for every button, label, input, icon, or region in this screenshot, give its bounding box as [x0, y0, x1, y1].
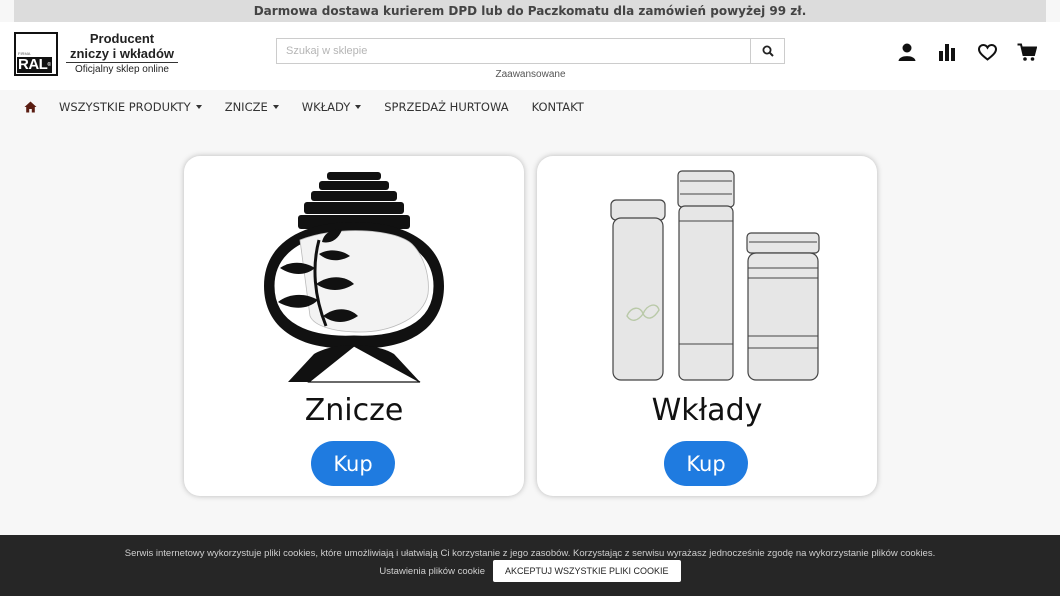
buy-button-znicze[interactable]: Kup — [311, 441, 395, 486]
cookie-actions: Ustawienia plików cookie AKCEPTUJ WSZYST… — [0, 560, 1060, 582]
chevron-down-icon — [195, 105, 202, 109]
cookie-message: Serwis internetowy wykorzystuje pliki co… — [124, 548, 936, 559]
logo-line-2: zniczy i wkładów — [66, 46, 178, 63]
nav-znicze-label: ZNICZE — [224, 100, 268, 114]
search-input[interactable] — [277, 39, 750, 63]
free-delivery-banner: Darmowa dostawa kurierem DPD lub do Pacz… — [14, 0, 1046, 22]
chevron-down-icon — [272, 105, 279, 109]
card-title-znicze: Znicze — [304, 393, 404, 428]
nav-znicze[interactable]: ZNICZE — [225, 100, 279, 114]
nav-contact-label: KONTAKT — [531, 100, 584, 114]
search-icon — [762, 45, 774, 57]
nav-contact[interactable]: KONTAKT — [532, 100, 584, 114]
category-card-znicze[interactable]: Znicze Kup — [184, 156, 524, 496]
nav-wholesale-label: SPRZEDAŻ HURTOWA — [384, 100, 509, 114]
logo-line-1: Producent — [89, 31, 155, 46]
home-icon — [24, 101, 37, 113]
nav-wklady[interactable]: WKŁADY — [302, 100, 362, 114]
free-delivery-text: Darmowa dostawa kurierem DPD lub do Pacz… — [253, 4, 807, 18]
accept-cookies-button[interactable]: AKCEPTUJ WSZYSTKIE PLIKI COOKIE — [493, 560, 681, 582]
candle-inserts-illustration — [610, 170, 820, 381]
search-bar — [276, 38, 785, 64]
cookie-settings-link[interactable]: Ustawienia plików cookie — [379, 566, 485, 577]
wishlist-button[interactable] — [976, 41, 998, 63]
nav-home[interactable] — [24, 101, 37, 113]
ral-logo-mark: FIRMA RAL — [14, 32, 58, 76]
logo-line-3: Oficjalny sklep online — [75, 64, 169, 75]
nav-all-products-label: WSZYSTKIE PRODUKTY — [59, 100, 191, 114]
cart-icon — [1017, 43, 1037, 61]
site-logo[interactable]: FIRMA RAL Producent zniczy i wkładów Ofi… — [14, 31, 184, 77]
card-title-wklady: Wkłady — [651, 393, 763, 428]
compare-button[interactable] — [936, 41, 958, 63]
category-card-wklady[interactable]: Wkłady Kup — [537, 156, 877, 496]
logo-brand: RAL — [17, 57, 52, 73]
main-navigation: WSZYSTKIE PRODUKTY ZNICZE WKŁADY SPRZEDA… — [0, 90, 1060, 124]
nav-all-products[interactable]: WSZYSTKIE PRODUKTY — [59, 100, 202, 114]
cart-button[interactable] — [1016, 41, 1038, 63]
account-button[interactable] — [896, 41, 918, 63]
user-icon — [898, 43, 916, 61]
header: FIRMA RAL Producent zniczy i wkładów Ofi… — [0, 22, 1060, 90]
chevron-down-icon — [355, 105, 362, 109]
buy-button-wklady[interactable]: Kup — [664, 441, 748, 486]
cookie-consent-bar: Serwis internetowy wykorzystuje pliki co… — [0, 535, 1060, 596]
compare-chart-icon — [939, 44, 955, 61]
logo-tagline: Producent zniczy i wkładów Oficjalny skl… — [66, 31, 178, 77]
nav-wklady-label: WKŁADY — [301, 100, 351, 114]
search-button[interactable] — [750, 39, 784, 63]
header-icons — [896, 41, 1038, 63]
grave-candle-illustration — [264, 172, 444, 383]
heart-icon — [977, 43, 997, 61]
nav-wholesale[interactable]: SPRZEDAŻ HURTOWA — [384, 100, 508, 114]
advanced-search-link[interactable]: Zaawansowane — [276, 69, 785, 80]
